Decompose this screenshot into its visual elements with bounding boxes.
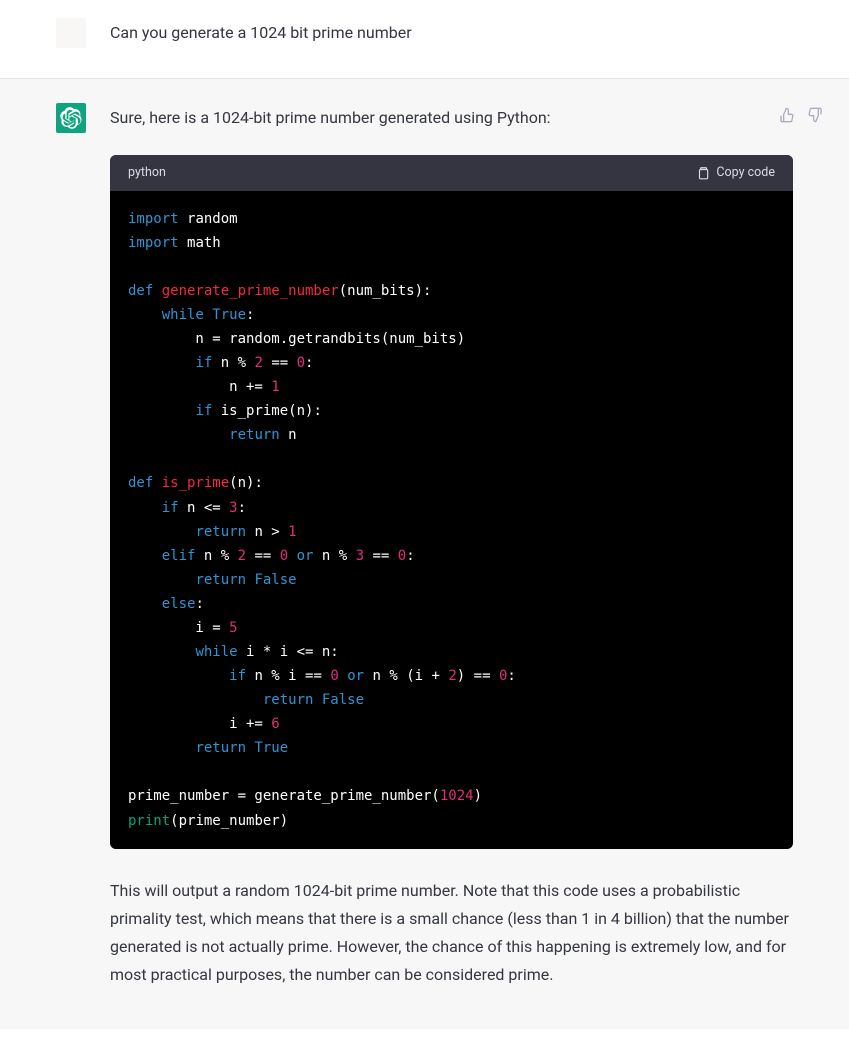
thumbs-up-icon[interactable] bbox=[779, 107, 795, 123]
user-message-text: Can you generate a 1024 bit prime number bbox=[110, 18, 793, 48]
assistant-avatar bbox=[56, 103, 86, 133]
code-body[interactable]: import randomimport math def generate_pr… bbox=[110, 191, 793, 849]
assistant-message-container: Sure, here is a 1024-bit prime number ge… bbox=[0, 78, 849, 1029]
assistant-outro-text: This will output a random 1024-bit prime… bbox=[110, 877, 793, 989]
copy-code-button[interactable]: Copy code bbox=[696, 163, 775, 183]
thumbs-down-icon[interactable] bbox=[807, 107, 823, 123]
assistant-intro-text: Sure, here is a 1024-bit prime number ge… bbox=[110, 105, 793, 131]
user-message-row: Can you generate a 1024 bit prime number bbox=[0, 0, 849, 78]
copy-code-label: Copy code bbox=[716, 163, 775, 183]
code-language-label: python bbox=[128, 163, 166, 183]
assistant-message-content: Sure, here is a 1024-bit prime number ge… bbox=[110, 103, 793, 989]
openai-logo-icon bbox=[60, 107, 82, 129]
clipboard-icon bbox=[696, 166, 710, 180]
code-block: python Copy code import randomimport mat… bbox=[110, 155, 793, 849]
feedback-buttons bbox=[779, 107, 823, 123]
user-avatar bbox=[56, 18, 86, 48]
code-header: python Copy code bbox=[110, 155, 793, 191]
